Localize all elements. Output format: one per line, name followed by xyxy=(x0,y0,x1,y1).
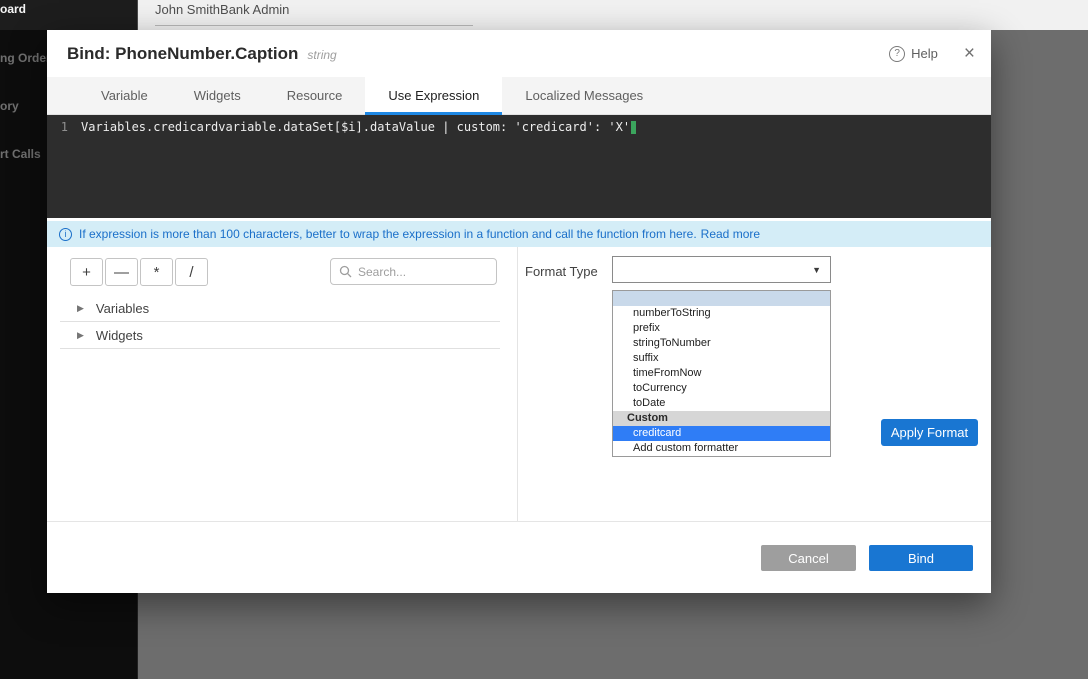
expression-code[interactable]: Variables.credicardvariable.dataSet[$i].… xyxy=(81,120,630,134)
bind-dialog: Bind: PhoneNumber.Caption string ? Help … xyxy=(47,30,991,593)
format-option-creditcard[interactable]: creditcard xyxy=(613,426,830,441)
search-box xyxy=(330,258,497,285)
format-option-timefromnow[interactable]: timeFromNow xyxy=(613,366,830,381)
sidebar-item-dashboard: oard xyxy=(0,2,26,16)
tab-variable[interactable]: Variable xyxy=(78,77,171,115)
chevron-right-icon[interactable]: ▶ xyxy=(77,330,84,341)
apply-format-button[interactable]: Apply Format xyxy=(881,419,978,446)
expression-editor[interactable]: 1 Variables.credicardvariable.dataSet[$i… xyxy=(47,115,991,218)
format-type-label: Format Type xyxy=(525,264,598,279)
format-type-dropdown: numberToString prefix stringToNumber suf… xyxy=(612,290,831,457)
line-number: 1 xyxy=(47,120,81,134)
info-text: If expression is more than 100 character… xyxy=(79,227,697,241)
format-option-suffix[interactable]: suffix xyxy=(613,351,830,366)
divide-operator-button[interactable]: / xyxy=(175,258,208,286)
help-icon[interactable]: ? xyxy=(889,46,905,62)
panel-divider xyxy=(517,247,518,521)
dialog-tabs: Variable Widgets Resource Use Expression… xyxy=(47,77,991,115)
tree-node-label: Variables xyxy=(96,301,149,316)
editor-cursor xyxy=(631,121,636,134)
tree-node-variables[interactable]: ▶ Variables xyxy=(60,295,500,322)
format-option-stringtonumber[interactable]: stringToNumber xyxy=(613,336,830,351)
tree-node-label: Widgets xyxy=(96,328,143,343)
plus-operator-button[interactable]: + xyxy=(70,258,103,286)
dialog-header-actions: ? Help × xyxy=(889,30,975,77)
help-button[interactable]: Help xyxy=(911,46,938,61)
tab-resource[interactable]: Resource xyxy=(264,77,366,115)
screen: John SmithBank Admin oard ng Order ory r… xyxy=(0,0,1088,679)
chevron-down-icon: ▼ xyxy=(812,265,821,275)
cancel-button[interactable]: Cancel xyxy=(761,545,856,571)
chevron-right-icon[interactable]: ▶ xyxy=(77,303,84,314)
tab-use-expression[interactable]: Use Expression xyxy=(365,77,502,115)
search-icon xyxy=(339,265,352,278)
read-more-link[interactable]: Read more xyxy=(701,227,760,241)
search-input[interactable] xyxy=(358,265,478,279)
footer-divider xyxy=(47,521,991,522)
info-icon: i xyxy=(59,228,72,241)
close-icon[interactable]: × xyxy=(964,44,975,63)
tab-widgets[interactable]: Widgets xyxy=(171,77,264,115)
bind-button[interactable]: Bind xyxy=(869,545,973,571)
format-option-prefix[interactable]: prefix xyxy=(613,321,830,336)
format-option-todate[interactable]: toDate xyxy=(613,396,830,411)
source-tree: ▶ Variables ▶ Widgets xyxy=(60,295,500,349)
format-option-empty[interactable] xyxy=(613,291,830,306)
multiply-operator-button[interactable]: * xyxy=(140,258,173,286)
format-group-custom: Custom xyxy=(613,411,830,426)
info-banner: i If expression is more than 100 charact… xyxy=(47,221,991,247)
editor-line: 1 Variables.credicardvariable.dataSet[$i… xyxy=(47,120,991,134)
tab-localized-messages[interactable]: Localized Messages xyxy=(502,77,666,115)
dialog-title: Bind: PhoneNumber.Caption xyxy=(67,44,298,64)
minus-operator-button[interactable]: — xyxy=(105,258,138,286)
format-option-tocurrency[interactable]: toCurrency xyxy=(613,381,830,396)
format-type-select[interactable]: ▼ xyxy=(612,256,831,283)
app-header-text: John SmithBank Admin xyxy=(155,2,289,17)
format-option-numbertostring[interactable]: numberToString xyxy=(613,306,830,321)
format-option-add-custom-formatter[interactable]: Add custom formatter xyxy=(613,441,830,456)
tree-node-widgets[interactable]: ▶ Widgets xyxy=(60,322,500,349)
operator-toolbar: + — * / xyxy=(70,258,208,286)
dialog-header: Bind: PhoneNumber.Caption string ? Help … xyxy=(47,30,991,77)
dialog-subtitle: string xyxy=(307,45,336,62)
